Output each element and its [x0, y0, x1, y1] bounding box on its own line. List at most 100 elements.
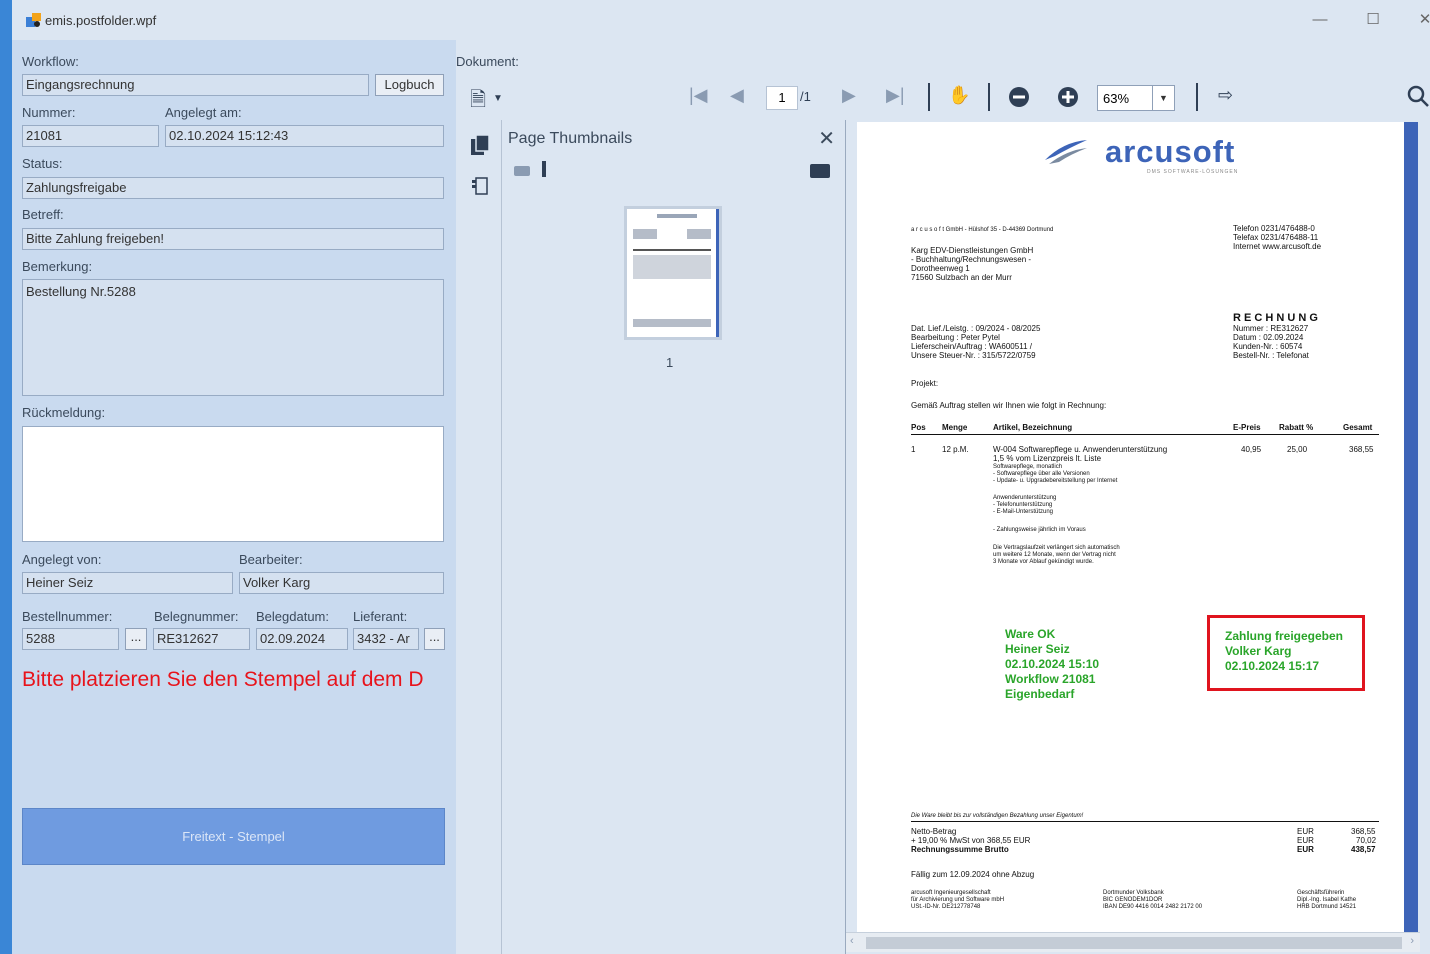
row-rabatt: 25,00	[1287, 445, 1308, 454]
file-menu-icon[interactable]: 🗎	[470, 85, 486, 119]
angelegt-von-field[interactable]: Heiner Seiz	[22, 572, 233, 594]
table-header-rule	[911, 434, 1379, 435]
footer-col2: BIC GENODEM1DOR	[1103, 897, 1163, 903]
brutto-label: Rechnungssumme Brutto	[911, 845, 1009, 854]
mwst-label: + 19,00 % MwSt von 368,55 EUR	[911, 836, 1031, 845]
zoom-value: 63%	[1103, 91, 1130, 106]
dokument-label: Dokument:	[456, 54, 519, 69]
eigentum-note: Die Ware bleibt bis zur vollständigen Be…	[911, 813, 1084, 819]
invoice-page: arcusoft DMS SOFTWARE-LÖSUNGEN a r c u s…	[857, 122, 1418, 932]
recipient-4: 71560 Sulzbach an der Murr	[911, 273, 1012, 282]
meta-right-2: Datum : 02.09.2024	[1233, 333, 1304, 342]
meta-right-3: Kunden-Nr. : 60574	[1233, 342, 1303, 351]
chevron-down-icon[interactable]: ▼	[493, 93, 503, 104]
row-gesamt: 368,55	[1349, 445, 1374, 454]
bearbeiter-field[interactable]: Volker Karg	[239, 572, 444, 594]
zoom-in-icon[interactable]	[1057, 86, 1079, 108]
page-thumbnail[interactable]	[624, 206, 722, 340]
search-icon[interactable]	[1407, 85, 1429, 107]
next-page-icon[interactable]: ▶	[842, 85, 856, 106]
currency: EUR	[1297, 845, 1314, 854]
nummer-field[interactable]: 21081	[22, 125, 159, 147]
rueckmeldung-textarea[interactable]	[22, 426, 444, 542]
meta-right-4: Bestell-Nr. : Telefonat	[1233, 351, 1309, 360]
belegdatum-label: Belegdatum:	[256, 609, 329, 624]
lieferant-browse-button[interactable]: ...	[424, 628, 445, 650]
zoom-out-icon[interactable]	[1008, 86, 1030, 108]
stamp2-line: Volker Karg	[1225, 644, 1292, 658]
thumbnail-page-number: 1	[666, 355, 674, 370]
status-label: Status:	[22, 156, 63, 171]
document-area: arcusoft DMS SOFTWARE-LÖSUNGEN a r c u s…	[846, 120, 1430, 954]
recipient-2: - Buchhaltung/Rechnungswesen -	[911, 255, 1032, 264]
detail-line: um weitere 12 Monate, wenn der Vertrag n…	[993, 552, 1116, 558]
betreff-field[interactable]: Bitte Zahlung freigeben!	[22, 228, 444, 250]
export-icon[interactable]: ⇨	[1218, 85, 1233, 106]
col-epreis: E-Preis	[1233, 423, 1261, 432]
app-window: emis.postfolder.wpf — ☐ ✕ Workflow: Eing…	[12, 0, 1430, 954]
col-rabatt: Rabatt %	[1279, 423, 1314, 432]
lieferant-field[interactable]: 3432 - Ar	[353, 628, 419, 650]
amount-netto: 368,55	[1351, 827, 1376, 836]
contact-1: Telefon 0231/476488-0	[1233, 224, 1315, 233]
belegdatum-field[interactable]: 02.09.2024	[256, 628, 348, 650]
col-pos: Pos	[911, 423, 926, 432]
detail-line: - Telefonunterstützung	[993, 502, 1053, 508]
faellig-text: Fällig zum 12.09.2024 ohne Abzug	[911, 870, 1035, 879]
stamp1-line: Heiner Seiz	[1005, 642, 1070, 656]
thumbnails-close-icon[interactable]: ✕	[818, 126, 835, 151]
horizontal-scrollbar[interactable]: ‹ ›	[846, 932, 1420, 952]
thumbnails-panel-icon[interactable]	[470, 134, 490, 156]
freitext-stempel-button[interactable]: Freitext - Stempel	[22, 808, 445, 865]
last-page-icon[interactable]: ▶|	[886, 85, 905, 106]
meta-left-4: Unsere Steuer-Nr. : 315/5722/0759	[911, 351, 1036, 360]
lieferant-label: Lieferant:	[353, 609, 408, 624]
previous-page-icon[interactable]: ◀	[730, 85, 744, 106]
belegnummer-field[interactable]: RE312627	[153, 628, 250, 650]
close-icon[interactable]: ✕	[1413, 8, 1430, 32]
projekt-label: Projekt:	[911, 379, 939, 388]
scroll-right-icon[interactable]: ›	[1410, 935, 1414, 947]
logbuch-button[interactable]: Logbuch	[375, 74, 444, 96]
stamp1-line: Workflow 21081	[1005, 672, 1096, 686]
totals-rule	[911, 821, 1379, 822]
stamp1-line: Eigenbedarf	[1005, 687, 1075, 701]
row-menge: 12 p.M.	[942, 445, 969, 454]
bemerkung-textarea[interactable]: Bestellung Nr.5288	[22, 279, 444, 396]
detail-line: Anwenderunterstützung	[993, 495, 1057, 501]
bestellnummer-browse-button[interactable]: ...	[125, 628, 147, 650]
zoom-dropdown-icon[interactable]: ▼	[1152, 86, 1174, 110]
bestellnummer-field[interactable]: 5288	[22, 628, 119, 650]
pan-hand-icon[interactable]: ✋	[948, 85, 970, 106]
col-artikel: Artikel, Bezeichnung	[993, 423, 1073, 432]
page-number-input[interactable]: 1	[766, 86, 798, 110]
detail-line: Die Vertragslaufzeit verlängert sich aut…	[993, 545, 1120, 551]
arcusoft-logo-icon	[1045, 140, 1087, 164]
status-field[interactable]: Zahlungsfreigabe	[22, 177, 444, 199]
stamp1-line: 02.10.2024 15:10	[1005, 657, 1100, 671]
angelegt-am-field[interactable]: 02.10.2024 15:12:43	[165, 125, 444, 147]
belegnummer-label: Belegnummer:	[154, 609, 239, 624]
rueckmeldung-label: Rückmeldung:	[22, 405, 106, 420]
first-page-icon[interactable]: |◀	[689, 85, 708, 106]
footer-col3: Dipl.-Ing. Isabel Kathe	[1297, 897, 1357, 903]
stamp2-line: Zahlung freigegeben	[1225, 629, 1344, 643]
stamp2-line: 02.10.2024 15:17	[1225, 659, 1320, 673]
scrollbar-thumb[interactable]	[866, 937, 1402, 949]
contact-3: Internet www.arcusoft.de	[1233, 242, 1322, 251]
workflow-field[interactable]: Eingangsrechnung	[22, 74, 369, 96]
maximize-icon[interactable]: ☐	[1361, 8, 1385, 32]
workflow-label: Workflow:	[22, 54, 79, 69]
zoom-select[interactable]: 63% ▼	[1097, 85, 1175, 111]
col-gesamt: Gesamt	[1343, 423, 1373, 432]
bookmarks-panel-icon[interactable]	[470, 176, 490, 196]
sender-line: a r c u s o f t GmbH - Hülshof 35 - D-44…	[911, 227, 1054, 233]
minimize-icon[interactable]: —	[1308, 8, 1332, 32]
nummer-label: Nummer:	[22, 105, 76, 120]
detail-line: 1,5 % vom Lizenzpreis lt. Liste	[993, 454, 1102, 463]
scroll-left-icon[interactable]: ‹	[850, 935, 854, 947]
detail-line: 3 Monate vor Ablauf gekündigt wurde.	[993, 559, 1094, 565]
thumb-size-small-icon	[514, 166, 530, 176]
thumbnails-panel: Page Thumbnails ✕ 1	[502, 120, 846, 954]
thumb-size-slider[interactable]	[542, 161, 546, 177]
